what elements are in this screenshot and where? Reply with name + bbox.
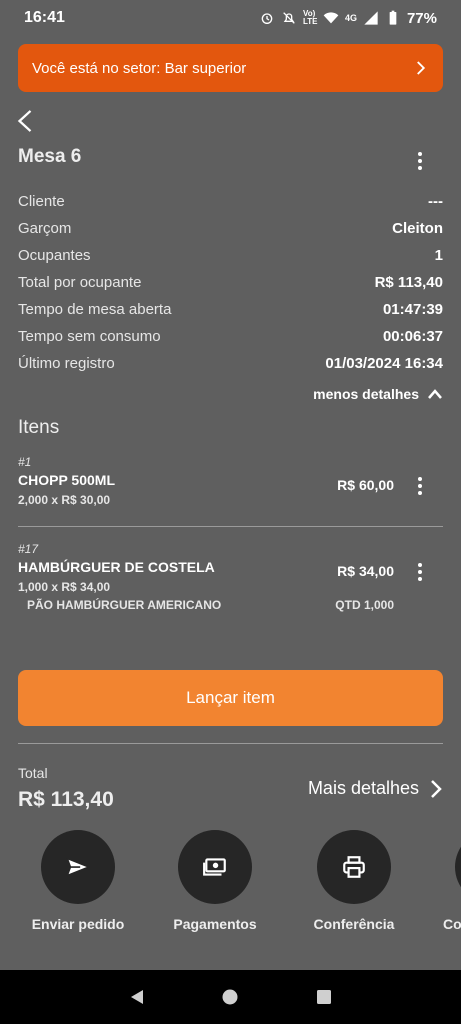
list-item[interactable]: #1 CHOPP 500ML 2,000 x R$ 30,00 R$ 60,00 (18, 455, 443, 507)
item-number: #17 (18, 542, 39, 556)
status-time: 16:41 (24, 9, 65, 26)
list-item[interactable]: #17 HAMBÚRGUER DE COSTELA 1,000 x R$ 34,… (18, 542, 443, 612)
partial-action-button[interactable]: Co (431, 830, 461, 932)
items-heading: Itens (18, 417, 60, 438)
conference-button[interactable]: Conferência (294, 830, 414, 932)
total-value: R$ 113,40 (18, 788, 114, 811)
nav-home-icon[interactable] (221, 988, 239, 1006)
alarm-icon (261, 13, 273, 24)
total-label: Total (18, 765, 48, 781)
payments-icon (203, 858, 226, 876)
partial-action-circle (455, 830, 461, 904)
payments-circle (178, 830, 252, 904)
toggle-details-button[interactable]: menos detalhes (313, 386, 443, 402)
back-button[interactable] (14, 108, 38, 136)
detail-row-garcom: Garçom Cleiton (18, 218, 443, 245)
system-nav-bar (0, 970, 461, 1024)
item-options-menu-icon[interactable] (410, 475, 430, 497)
subitem-name: PÃO HAMBÚRGUER AMERICANO (27, 598, 222, 612)
detail-value: --- (428, 193, 443, 210)
chevron-up-icon (428, 389, 442, 399)
chevron-right-icon (431, 779, 442, 798)
mute-icon (283, 12, 295, 24)
sector-banner-text: Você está no setor: Bar superior (32, 59, 247, 77)
send-icon (65, 856, 91, 878)
status-icons: Vo) LTE 4G 77% (259, 10, 437, 27)
detail-value: Cleiton (392, 220, 443, 237)
more-details-button[interactable]: Mais detalhes (308, 778, 443, 799)
table-options-menu-icon[interactable] (410, 150, 430, 172)
item-price: R$ 34,00 (337, 563, 394, 579)
detail-value: 01:47:39 (382, 301, 443, 318)
table-details: Cliente --- Garçom Cleiton Ocupantes 1 T… (18, 191, 443, 380)
page-title: Mesa 6 (18, 146, 82, 167)
printer-icon (343, 856, 365, 878)
action-label: Enviar pedido (31, 916, 125, 932)
detail-row-cliente: Cliente --- (18, 191, 443, 218)
nav-recents-icon[interactable] (315, 988, 333, 1006)
item-subitem: PÃO HAMBÚRGUER AMERICANO QTD 1,000 (18, 598, 394, 612)
item-options-menu-icon[interactable] (410, 561, 430, 583)
action-label: Pagamentos (173, 916, 257, 932)
chevron-right-icon (417, 61, 426, 75)
conference-circle (317, 830, 391, 904)
detail-row-ultimo-registro: Último registro 01/03/2024 16:34 (18, 353, 443, 380)
volte-label: Vo) LTE (302, 9, 318, 26)
total-divider (18, 743, 443, 744)
nav-back-icon[interactable] (128, 988, 146, 1006)
launch-item-button[interactable]: Lançar item (18, 670, 443, 726)
detail-label: Cliente (18, 193, 65, 210)
detail-value: 00:06:37 (382, 328, 443, 345)
detail-label: Último registro (18, 355, 115, 372)
item-quantity: 2,000 x R$ 30,00 (18, 493, 111, 507)
more-details-label: Mais detalhes (307, 778, 419, 798)
toggle-details-label: menos detalhes (313, 386, 419, 402)
subitem-qty: QTD 1,000 (335, 598, 394, 612)
detail-label: Garçom (18, 220, 72, 237)
item-divider (18, 526, 443, 527)
battery-level: 77% (406, 9, 437, 27)
item-quantity: 1,000 x R$ 34,00 (18, 580, 111, 594)
detail-label: Tempo sem consumo (18, 328, 161, 345)
detail-label: Tempo de mesa aberta (18, 301, 172, 318)
detail-value: R$ 113,40 (374, 274, 443, 291)
detail-value: 01/03/2024 16:34 (325, 355, 443, 372)
back-arrow-icon (17, 110, 32, 132)
wifi-icon (323, 12, 339, 24)
send-order-circle (41, 830, 115, 904)
detail-label: Total por ocupante (18, 274, 142, 291)
status-bar: 16:41 Vo) LTE 4G 77% (0, 0, 461, 36)
detail-value: 1 (434, 247, 443, 264)
payments-button[interactable]: Pagamentos (155, 830, 275, 932)
battery-icon (389, 10, 397, 25)
signal-icon (364, 11, 378, 25)
detail-row-tempo-sem-consumo: Tempo sem consumo 00:06:37 (18, 326, 443, 353)
network-label: 4G (344, 13, 357, 23)
detail-label: Ocupantes (18, 247, 91, 264)
sector-banner[interactable]: Você está no setor: Bar superior (18, 44, 443, 92)
detail-row-tempo-mesa-aberta: Tempo de mesa aberta 01:47:39 (18, 299, 443, 326)
detail-row-total-por-ocupante: Total por ocupante R$ 113,40 (18, 272, 443, 299)
action-label: Co (443, 916, 461, 932)
send-order-button[interactable]: Enviar pedido (18, 830, 138, 932)
detail-row-ocupantes: Ocupantes 1 (18, 245, 443, 272)
action-label: Conferência (313, 916, 395, 932)
item-price: R$ 60,00 (337, 477, 394, 493)
item-number: #1 (18, 455, 32, 469)
